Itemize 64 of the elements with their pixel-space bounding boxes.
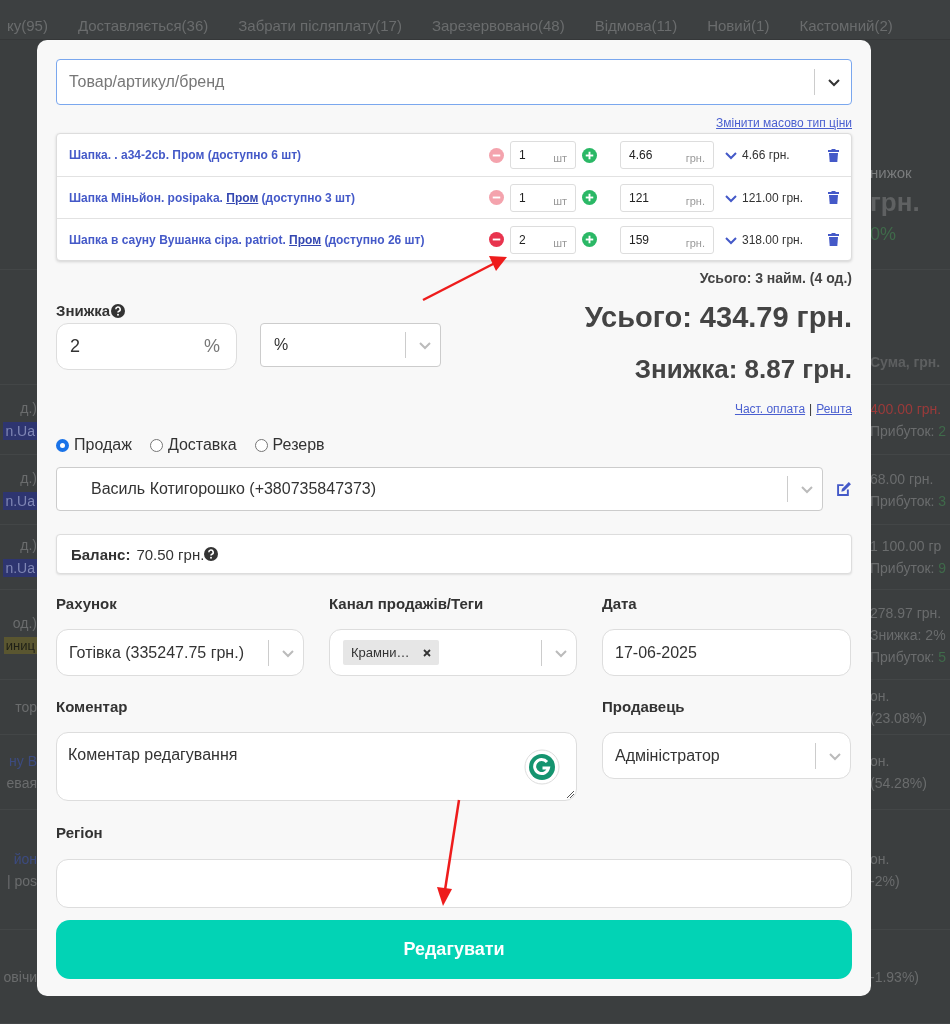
- discount-type-select[interactable]: %: [260, 323, 441, 367]
- quantity-field[interactable]: 1 шт: [510, 183, 576, 212]
- field-label: Коментар: [56, 698, 129, 717]
- price-field[interactable]: 159 грн.: [620, 225, 714, 254]
- product-name[interactable]: Шапка. . а34-2cb. Пром (доступно 6 шт): [69, 148, 489, 162]
- field-label: Продавець: [602, 698, 686, 717]
- product-name[interactable]: Шапка в сауну Вушанка cipa. patriot. Пром (доступно 26 шт): [69, 232, 489, 247]
- help-icon: [204, 547, 219, 561]
- price-field[interactable]: 121 грн.: [620, 183, 714, 212]
- account-select[interactable]: Готівка (335247.75 грн.): [56, 629, 304, 676]
- amount-text: 400.00 грн.: [870, 400, 942, 417]
- line-total: 4.66 грн.: [742, 148, 791, 162]
- customer-select[interactable]: Василь Котигорошко (+380735847373): [56, 467, 823, 511]
- region-field[interactable]: [56, 859, 852, 908]
- date-field[interactable]: 17-06-2025: [602, 629, 851, 676]
- tag-chip[interactable]: Крамни…: [343, 640, 440, 665]
- minus-circle-icon[interactable]: [489, 232, 504, 247]
- partial-payment-link[interactable]: Част. оплата: [734, 402, 806, 416]
- line-total: 121.00 грн.: [742, 190, 805, 205]
- plus-circle-icon[interactable]: [582, 147, 597, 163]
- field-label: Дата: [602, 595, 638, 614]
- link-separator: |: [809, 402, 813, 416]
- help-icon: [111, 303, 126, 318]
- line-total: 318.00 грн.: [742, 232, 805, 247]
- plus-circle-icon[interactable]: [582, 190, 597, 205]
- items-summary: Усього: 3 найм. (4 од.): [698, 270, 852, 286]
- trash-icon[interactable]: [828, 191, 839, 204]
- balance-label: Баланс:: [71, 545, 131, 563]
- order-total: Усього: 434.79 грн.: [584, 301, 852, 334]
- radio-label[interactable]: Доставка: [167, 436, 237, 454]
- summary-label: нижок: [870, 164, 912, 181]
- change-link[interactable]: Решта: [816, 402, 852, 416]
- store-badge: n.Ua: [3, 491, 37, 510]
- channel-select[interactable]: Крамни…: [329, 629, 577, 676]
- mass-price-link[interactable]: Змінити масово тип ціни: [716, 116, 852, 130]
- discount-field[interactable]: 2 %: [56, 323, 237, 370]
- store-badge: n.Ua: [3, 421, 37, 440]
- edit-icon[interactable]: [835, 480, 852, 498]
- product-search-field[interactable]: Товар/артикул/бренд: [56, 59, 852, 105]
- store-badge: n.Ua: [3, 559, 37, 577]
- resize-handle-icon: [566, 790, 574, 798]
- trash-icon[interactable]: [828, 148, 839, 162]
- radio-label[interactable]: Продаж: [74, 436, 132, 454]
- discount-total: Знижка: 8.87 грн.: [634, 354, 852, 385]
- comment-field[interactable]: Коментар редагування: [56, 732, 577, 801]
- close-icon: [423, 648, 432, 657]
- circle-logo-icon: [524, 749, 560, 785]
- price-field[interactable]: 4.66 грн.: [620, 141, 714, 169]
- trash-icon[interactable]: [828, 233, 839, 246]
- field-label: Регіон: [56, 824, 104, 843]
- radio-button[interactable]: [149, 438, 163, 452]
- radio-label[interactable]: Резерв: [272, 436, 325, 454]
- radio-button[interactable]: [56, 438, 69, 452]
- product-name[interactable]: Шапка Міньйон. posipaka. Пром (доступно 3 шт): [69, 190, 489, 205]
- tag-label: иниц: [3, 637, 37, 654]
- quantity-field[interactable]: 1 шт: [510, 141, 576, 169]
- discount-label: Знижка: [56, 302, 111, 319]
- field-label: Канал продажів/Теги: [329, 595, 485, 614]
- quantity-field[interactable]: 2 шт: [510, 225, 576, 254]
- radio-button[interactable]: [254, 438, 268, 452]
- seller-select[interactable]: Адміністратор: [602, 732, 851, 779]
- plus-circle-icon[interactable]: [582, 232, 597, 247]
- balance-value: 70.50 грн.: [136, 545, 205, 563]
- field-label: Рахунок: [56, 595, 118, 614]
